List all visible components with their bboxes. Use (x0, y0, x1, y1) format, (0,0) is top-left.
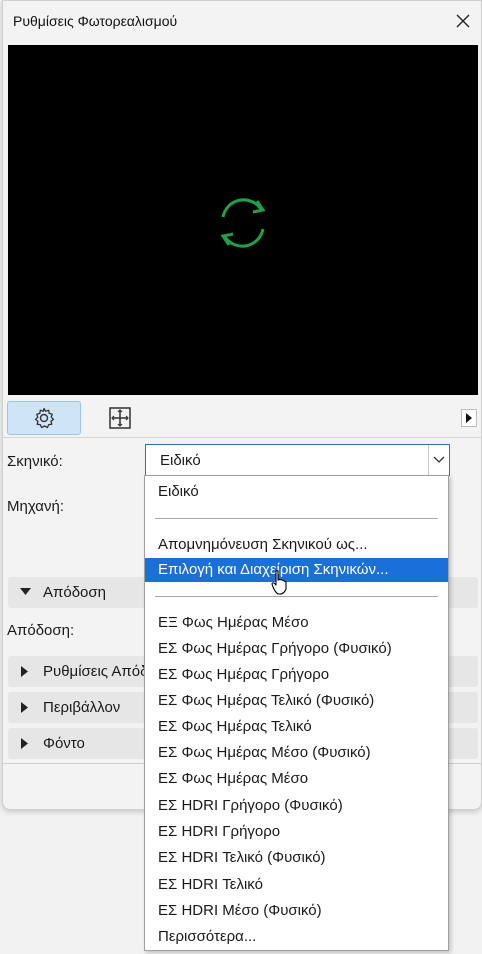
dropdown-item-preset[interactable]: ΕΣ Φως Ημέρας Τελικό (145, 715, 448, 739)
dropdown-item-preset[interactable]: ΕΣ HDRI Μέσο (Φυσικό) (145, 899, 448, 923)
render-label: Απόδοση: (7, 622, 75, 639)
scene-select[interactable]: Ειδικό (145, 444, 450, 476)
layout-tab-button[interactable] (83, 401, 157, 435)
grid-move-icon (109, 407, 131, 429)
engine-label: Μηχανή: (7, 498, 64, 515)
triangle-down-icon (20, 588, 31, 595)
scene-label: Σκηνικό: (7, 453, 63, 470)
close-icon (456, 14, 470, 28)
preview-toolbar (3, 399, 481, 437)
dropdown-item-preset[interactable]: ΕΣ Φως Ημέρας Γρήγορο (Φυσικό) (145, 637, 448, 661)
triangle-right-icon (21, 738, 28, 749)
chevron-down-icon (433, 456, 445, 463)
scene-dropdown-list: Ειδικό Απομνημόνευση Σκηνικού ως... Επιλ… (144, 475, 449, 951)
dropdown-item-save-scene[interactable]: Απομνημόνευση Σκηνικού ως... (145, 533, 448, 557)
gear-icon (34, 407, 55, 429)
scene-select-toggle[interactable] (428, 445, 449, 475)
dropdown-separator (155, 518, 438, 519)
dropdown-item-preset[interactable]: ΕΣ Φως Ημέρας Μέσο (Φυσικό) (145, 741, 448, 765)
dropdown-item-manage-scenes[interactable]: Επιλογή και Διαχείριση Σκηνικών... (145, 558, 448, 582)
window-title: Ρυθμίσεις Φωτορεαλισμού (13, 13, 178, 29)
dropdown-item-preset[interactable]: ΕΣ Φως Ημέρας Γρήγορο (145, 663, 448, 687)
settings-tab-button[interactable] (7, 401, 81, 435)
divider (3, 437, 481, 438)
dropdown-item-preset[interactable]: ΕΣ HDRI Τελικό (145, 873, 448, 897)
dropdown-item-preset[interactable]: ΕΞ Φως Ημέρας Μέσο (145, 611, 448, 635)
section-environment-label: Περιβάλλον (43, 699, 121, 716)
section-render-label: Απόδοση (43, 584, 106, 601)
expand-toolbar-button[interactable] (461, 409, 477, 427)
dropdown-separator (155, 596, 438, 597)
triangle-right-icon (21, 702, 28, 713)
title-bar[interactable]: Ρυθμίσεις Φωτορεαλισμού (3, 1, 481, 41)
section-background-label: Φόντο (43, 735, 85, 752)
dropdown-item-preset[interactable]: ΕΣ Φως Ημέρας Μέσο (145, 767, 448, 791)
dropdown-item-preset[interactable]: ΕΣ HDRI Γρήγορο (Φυσικό) (145, 794, 448, 818)
scene-select-value: Ειδικό (160, 452, 201, 469)
dropdown-item-custom[interactable]: Ειδικό (145, 480, 448, 504)
close-button[interactable] (449, 7, 477, 35)
refresh-spinner-icon (220, 198, 266, 248)
mouse-cursor-icon (271, 570, 287, 595)
dropdown-item-preset[interactable]: ΕΣ HDRI Γρήγορο (145, 820, 448, 844)
triangle-right-icon (466, 413, 472, 423)
dropdown-item-preset[interactable]: ΕΣ Φως Ημέρας Τελικό (Φυσικό) (145, 689, 448, 713)
dropdown-item-preset[interactable]: ΕΣ HDRI Τελικό (Φυσικό) (145, 846, 448, 870)
render-preview (8, 45, 478, 395)
triangle-right-icon (21, 666, 28, 677)
dropdown-item-more[interactable]: Περισσότερα... (145, 925, 448, 949)
